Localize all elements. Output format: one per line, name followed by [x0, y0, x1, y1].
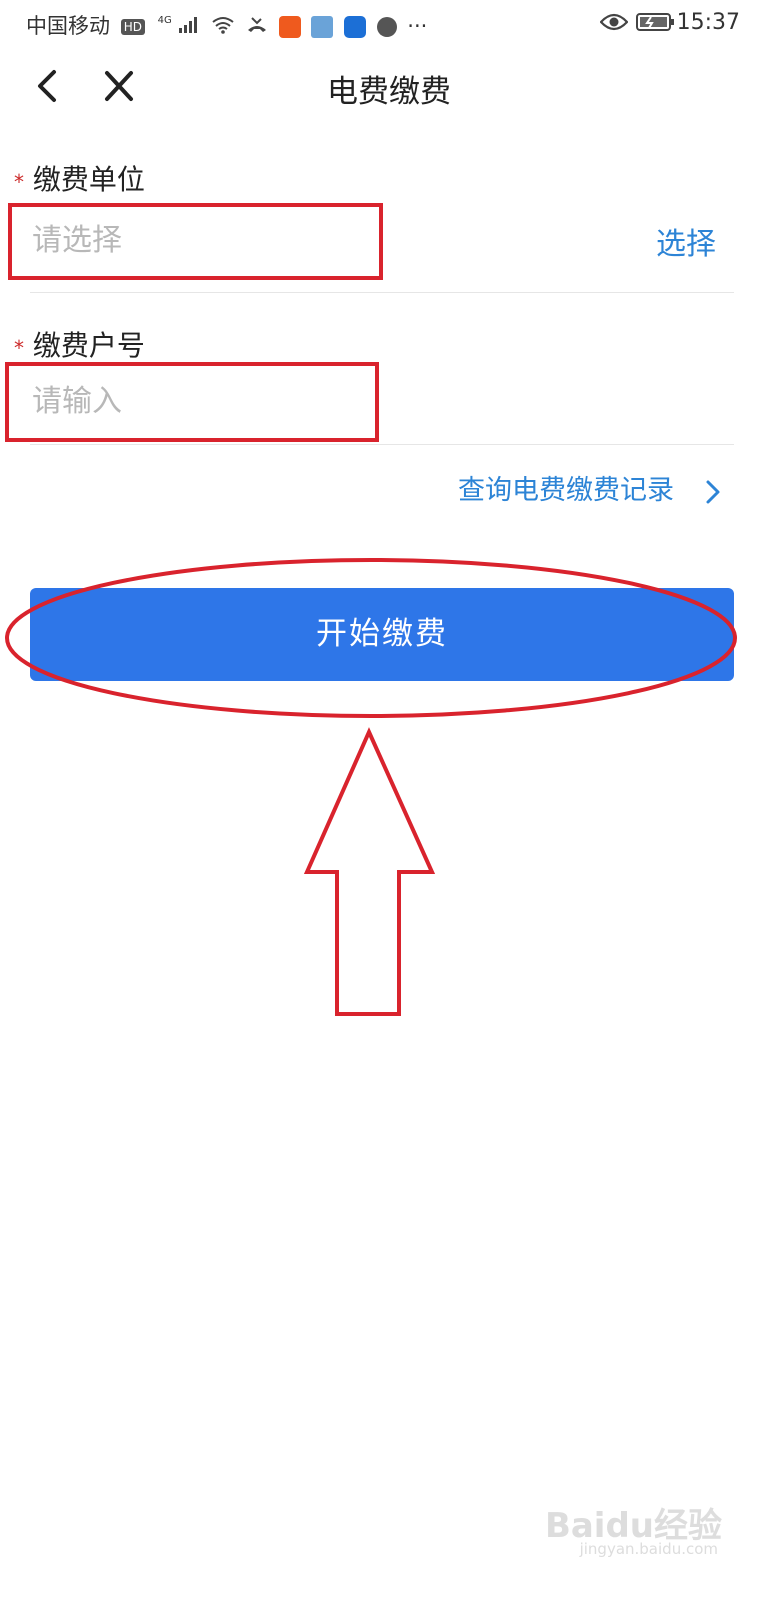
watermark-url: jingyan.baidu.com — [579, 1540, 718, 1558]
divider — [30, 444, 734, 445]
page-title: 电费缴费 — [327, 74, 451, 110]
unit-label: * 缴费单位 — [14, 158, 145, 198]
battery-icon — [636, 12, 676, 36]
required-mark: * — [14, 170, 24, 194]
wifi-icon — [211, 15, 235, 39]
app-notification-icon-orange — [278, 16, 301, 38]
status-left: 中国移动 HD 4G ··· — [26, 10, 427, 40]
select-unit-button[interactable]: 选择 — [656, 219, 716, 263]
annotation-box-account — [5, 362, 379, 442]
globe-app-icon — [376, 17, 397, 37]
account-label-text: 缴费户号 — [32, 329, 145, 362]
account-label: * 缴费户号 — [14, 324, 145, 364]
more-notifications: ··· — [407, 14, 428, 38]
status-bar: 中国移动 HD 4G ··· 15:37 — [0, 0, 778, 44]
divider — [30, 292, 734, 293]
annotation-arrow-up-icon — [303, 727, 436, 1016]
unit-label-text: 缴费单位 — [32, 163, 145, 196]
status-time: 15:37 — [676, 10, 740, 35]
required-mark: * — [14, 336, 24, 360]
eye-icon — [599, 12, 629, 36]
start-payment-button[interactable]: 开始缴费 — [30, 588, 734, 681]
chevron-right-icon — [706, 480, 720, 503]
missed-call-icon — [246, 15, 268, 39]
query-records-label: 查询电费缴费记录 — [458, 475, 674, 506]
signal-icon: 4G — [158, 15, 199, 39]
shield-app-icon — [343, 16, 366, 38]
carrier-name: 中国移动 — [26, 14, 110, 38]
hd-icon: HD — [120, 19, 145, 35]
query-records-link[interactable]: 查询电费缴费记录 — [458, 468, 725, 507]
app-notification-icon-blue — [311, 16, 334, 38]
annotation-box-unit — [8, 203, 383, 280]
